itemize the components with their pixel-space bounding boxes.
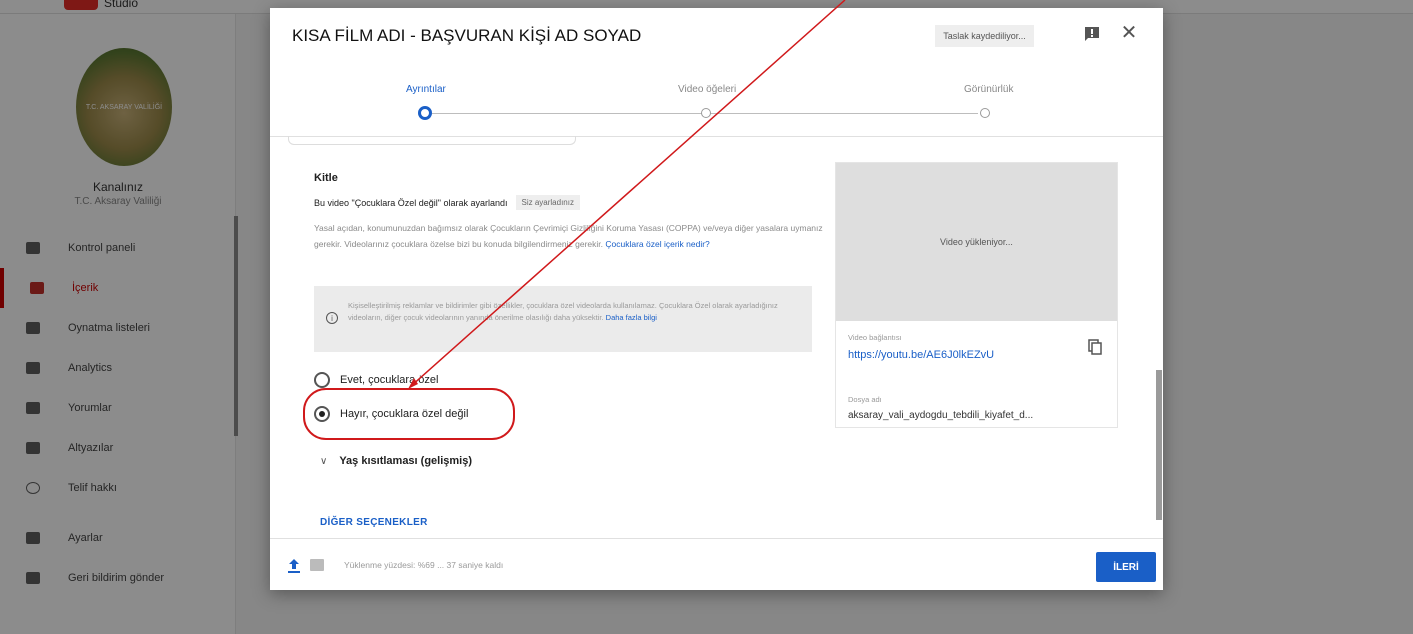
- step-visibility-label[interactable]: Görünürlük: [964, 84, 1013, 95]
- upload-status: Yüklenme yüzdesi: %69 ... 37 saniye kald…: [344, 560, 504, 570]
- status-chip: Siz ayarladınız: [515, 195, 580, 210]
- info-box: i Kişiselleştirilmiş reklamlar ve bildir…: [314, 286, 812, 352]
- video-link[interactable]: https://youtu.be/AE6J0lkEZvU: [848, 349, 994, 361]
- video-preview-panel: Video yükleniyor... Video bağlantısı htt…: [835, 162, 1118, 428]
- copy-icon[interactable]: [1088, 339, 1102, 355]
- chevron-down-icon: ∨: [320, 455, 328, 467]
- radio-button[interactable]: [314, 406, 330, 422]
- close-icon[interactable]: ✕: [1118, 22, 1140, 44]
- step-visibility-dot[interactable]: [980, 108, 990, 118]
- info-text: Kişiselleştirilmiş reklamlar ve bildirim…: [348, 300, 788, 324]
- next-button[interactable]: İLERİ: [1096, 552, 1156, 582]
- uploading-text: Video yükleniyor...: [940, 237, 1013, 247]
- legal-text: Yasal açıdan, konumunuzdan bağımsız olar…: [314, 223, 823, 249]
- radio-button[interactable]: [314, 372, 330, 388]
- step-video-elements-dot[interactable]: [701, 108, 711, 118]
- video-thumbnail: Video yükleniyor...: [836, 163, 1117, 321]
- step-details-dot[interactable]: [418, 106, 432, 120]
- video-link-label: Video bağlantısı: [848, 333, 902, 342]
- radio-not-made-for-kids[interactable]: Hayır, çocuklara özel değil: [314, 406, 468, 422]
- legal-notice: Yasal açıdan, konumunuzdan bağımsız olar…: [314, 220, 834, 252]
- step-video-elements-label[interactable]: Video öğeleri: [678, 84, 736, 95]
- radio-label: Evet, çocuklara özel: [340, 374, 439, 386]
- age-restriction-toggle[interactable]: ∨ Yaş kısıtlaması (gelişmiş): [320, 455, 472, 467]
- file-name-label: Dosya adı: [848, 395, 882, 404]
- feedback-icon[interactable]: [1084, 26, 1100, 42]
- upload-stepper: Ayrıntılar Video öğeleri Görünürlük: [270, 80, 1163, 130]
- file-name: aksaray_vali_aydogdu_tebdili_kiyafet_d..…: [848, 410, 1034, 421]
- audience-title: Kitle: [314, 172, 338, 184]
- audience-status: Bu video "Çocuklara Özel değil" olarak a…: [314, 195, 580, 210]
- draft-status-badge: Taslak kaydediliyor...: [935, 25, 1034, 47]
- step-details-label[interactable]: Ayrıntılar: [406, 84, 446, 95]
- age-restriction-label: Yaş kısıtlaması (gelişmiş): [339, 455, 473, 467]
- info-text-body: Kişiselleştirilmiş reklamlar ve bildirim…: [348, 301, 778, 322]
- dialog-scrollbar[interactable]: [1156, 370, 1162, 520]
- audience-status-text: Bu video "Çocuklara Özel değil" olarak a…: [314, 197, 508, 208]
- description-field-edge[interactable]: [288, 136, 576, 145]
- dialog-footer: Yüklenme yüzdesi: %69 ... 37 saniye kald…: [270, 538, 1163, 590]
- upload-icon: [288, 559, 300, 573]
- radio-label: Hayır, çocuklara özel değil: [340, 408, 469, 420]
- learn-more-link[interactable]: Daha fazla bilgi: [606, 313, 657, 322]
- info-icon: i: [326, 312, 338, 324]
- radio-made-for-kids[interactable]: Evet, çocuklara özel: [314, 372, 438, 388]
- made-for-kids-link[interactable]: Çocuklara özel içerik nedir?: [605, 239, 709, 249]
- hd-icon: [310, 559, 324, 571]
- dialog-title: KISA FİLM ADI - BAŞVURAN KİŞİ AD SOYAD: [292, 26, 642, 45]
- upload-dialog: KISA FİLM ADI - BAŞVURAN KİŞİ AD SOYAD T…: [270, 8, 1163, 590]
- more-options-button[interactable]: DİĞER SEÇENEKLER: [320, 517, 428, 528]
